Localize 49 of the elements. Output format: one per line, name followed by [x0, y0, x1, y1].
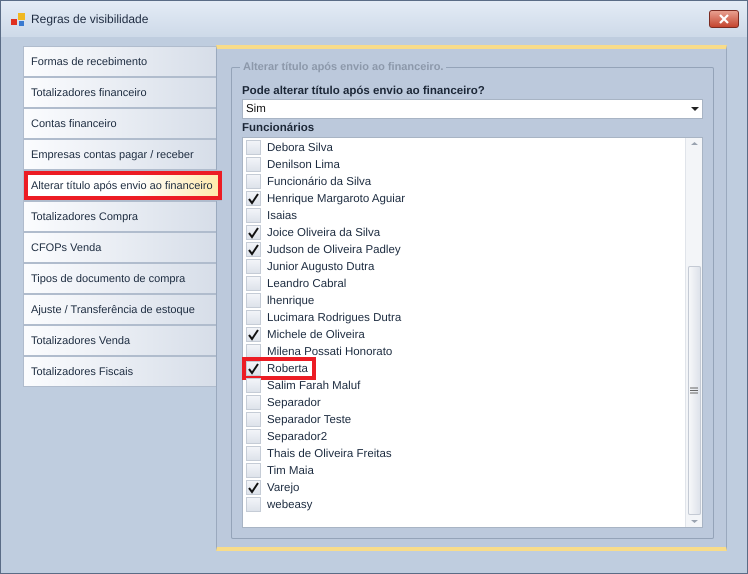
employee-checkbox[interactable]: Funcionário da Silva	[246, 174, 376, 189]
employee-checkbox[interactable]: Leandro Cabral	[246, 276, 350, 291]
employee-checkbox[interactable]: Tim Maia	[246, 463, 318, 478]
employee-checkbox[interactable]: Judson de Oliveira Padley	[246, 242, 405, 257]
employee-checkbox[interactable]: Separador Teste	[246, 412, 356, 427]
nav-tab[interactable]: Formas de recebimento	[23, 46, 216, 77]
nav-tab[interactable]: Totalizadores Fiscais	[23, 356, 216, 387]
checkmark-icon	[247, 362, 260, 374]
question-label: Pode alterar título após envio ao financeiro?	[242, 85, 486, 97]
employee-checkbox[interactable]: Separador2	[246, 429, 332, 444]
employee-checkbox[interactable]: Thais de Oliveira Freitas	[246, 446, 396, 461]
app-icon	[11, 12, 25, 26]
employee-checkbox[interactable]: Roberta	[246, 361, 312, 376]
checkmark-icon	[247, 192, 260, 204]
scroll-down-icon[interactable]	[690, 519, 698, 524]
employee-checkbox[interactable]: Michele de Oliveira	[246, 327, 369, 342]
nav-tab[interactable]: Contas financeiro	[23, 108, 216, 139]
checkmark-icon	[247, 328, 260, 340]
employee-checkbox[interactable]: lhenrique	[246, 293, 318, 308]
employee-checkbox[interactable]: Debora Silva	[246, 140, 337, 155]
employee-checkbox[interactable]: Denilson Lima	[246, 157, 344, 172]
employee-checkbox[interactable]: Isaias	[246, 208, 302, 223]
employee-checkbox[interactable]: Joice Oliveira da Silva	[246, 225, 384, 240]
nav-tab[interactable]: Totalizadores Compra	[23, 201, 216, 232]
employee-checkbox[interactable]: Separador	[246, 395, 325, 410]
nav-tab[interactable]: CFOPs Venda	[23, 232, 216, 263]
answer-dropdown[interactable]: Sim	[242, 99, 703, 119]
employee-checkbox[interactable]: Henrique Margaroto Aguiar	[246, 191, 410, 206]
window-title: Regras de visibilidade	[31, 12, 150, 26]
employee-checkbox[interactable]: Junior Augusto Dutra	[246, 259, 378, 274]
employee-checkbox[interactable]: webeasy	[246, 497, 316, 512]
employee-checkbox[interactable]: Salim Farah Maluf	[246, 378, 364, 393]
nav-tab[interactable]: Tipos de documento de compra	[23, 263, 216, 294]
scroll-up-icon[interactable]	[690, 141, 698, 146]
nav-tab[interactable]: Alterar título após envio ao financeiro	[23, 170, 222, 201]
checkmark-icon	[247, 244, 260, 256]
grip-icon	[690, 387, 698, 394]
list-label: Funcionários	[242, 122, 316, 134]
nav-tab[interactable]: Totalizadores Venda	[23, 325, 216, 356]
nav-tab[interactable]: Empresas contas pagar / receber	[23, 139, 216, 170]
close-button[interactable]	[709, 10, 739, 28]
employee-checkbox[interactable]: Lucimara Rodrigues Dutra	[246, 310, 406, 325]
nav-tab[interactable]: Totalizadores financeiro	[23, 77, 216, 108]
employee-checkbox[interactable]: Varejo	[246, 480, 304, 495]
nav-tab[interactable]: Ajuste / Transferência de estoque	[23, 294, 216, 325]
close-icon	[718, 14, 730, 24]
employee-checkbox[interactable]: Milena Possati Honorato	[246, 344, 396, 359]
checkmark-icon	[247, 482, 260, 494]
checkmark-icon	[247, 226, 260, 238]
